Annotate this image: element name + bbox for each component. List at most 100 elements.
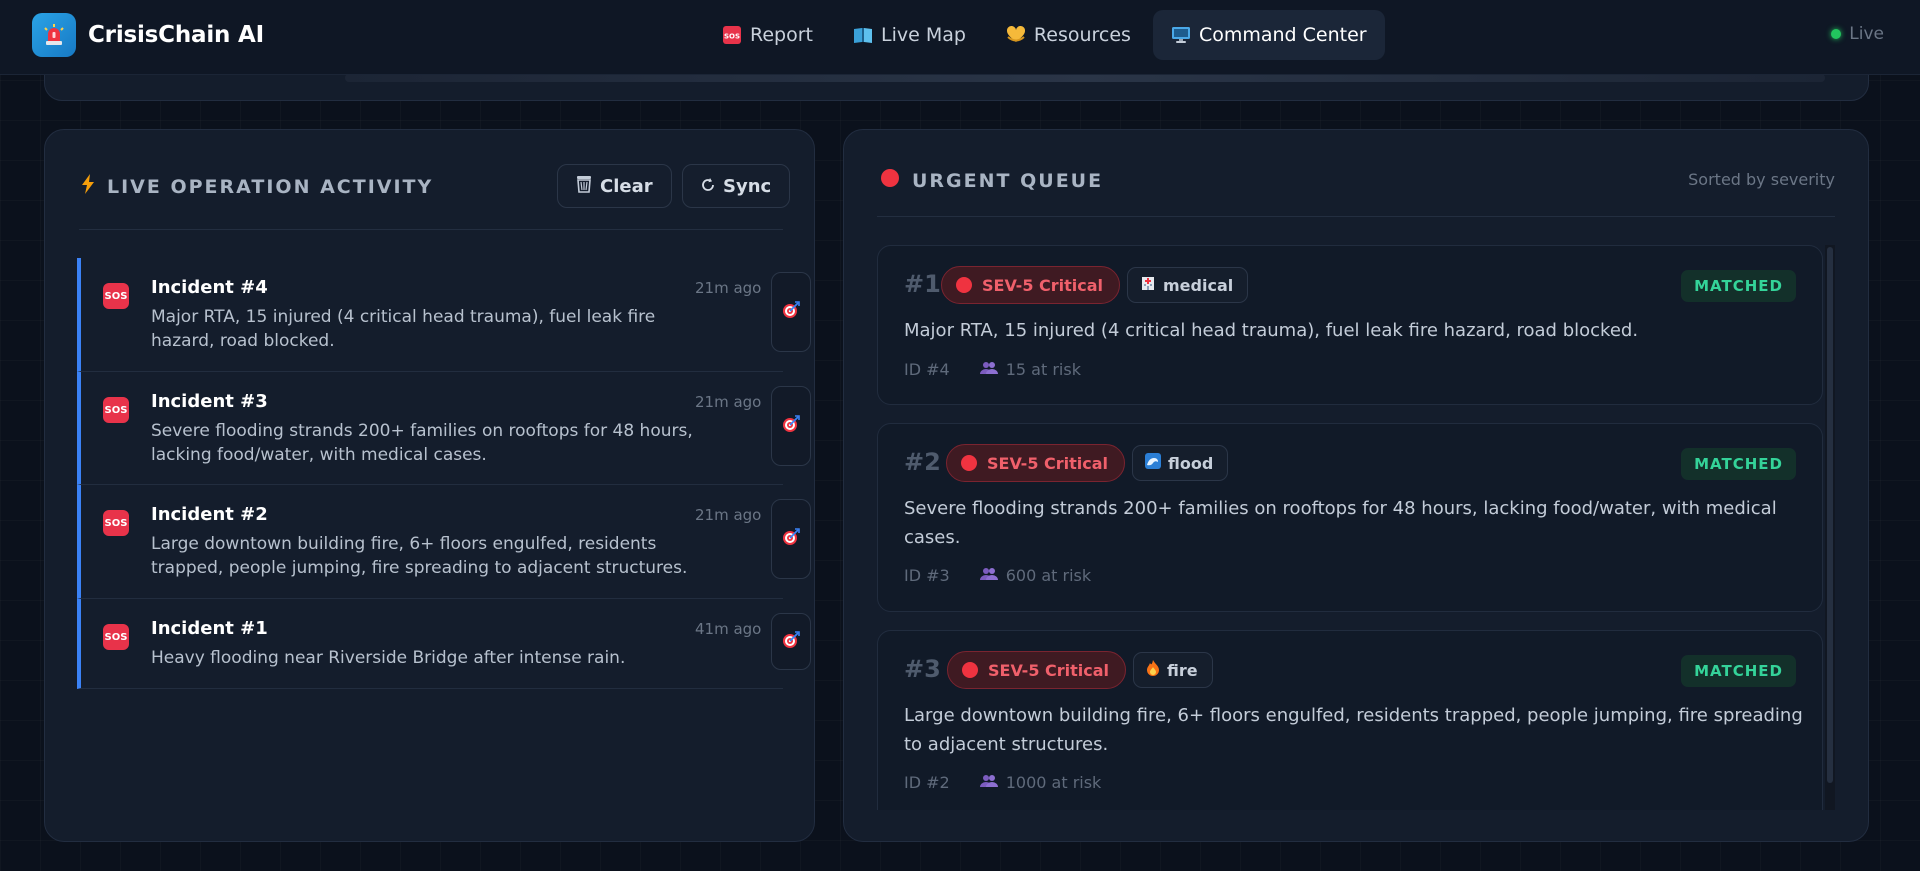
- activity-list: SOS Incident #4 21m ago Major RTA, 15 in…: [77, 258, 811, 689]
- live-activity-header: LIVE OPERATION ACTIVITY: [81, 174, 433, 199]
- clear-button[interactable]: Clear: [557, 164, 672, 208]
- locate-button[interactable]: [771, 272, 811, 352]
- queue-card-text: Severe flooding strands 200+ families on…: [904, 498, 1777, 548]
- target-icon: [782, 630, 800, 653]
- fire-icon: [1146, 660, 1160, 680]
- sync-button[interactable]: Sync: [682, 164, 791, 208]
- app-name: CrisisChain AI: [88, 22, 264, 48]
- activity-item-time: 21m ago: [695, 393, 762, 411]
- live-dot-icon: [1831, 29, 1842, 39]
- sos-icon: SOS: [722, 25, 742, 45]
- queue-card-text: Large downtown building fire, 6+ floors …: [904, 705, 1803, 755]
- refresh-icon: [701, 176, 715, 197]
- top-navigation: CrisisChain AI SOS Report Live Map Resou…: [0, 0, 1920, 75]
- queue-card-meta: ID #2 1000 at risk: [904, 773, 1101, 792]
- siren-icon: [32, 13, 76, 57]
- activity-item[interactable]: SOS Incident #2 21m ago Large downtown b…: [77, 485, 811, 599]
- activity-item[interactable]: SOS Incident #1 41m ago Heavy flooding n…: [77, 599, 811, 689]
- activity-item-title: Incident #1: [151, 618, 268, 639]
- activity-item-text: Major RTA, 15 injured (4 critical head t…: [151, 307, 656, 351]
- status-badge: MATCHED: [1681, 270, 1796, 302]
- at-risk-count: 15 at risk: [1005, 360, 1081, 379]
- incident-id: ID #2: [904, 773, 950, 792]
- activity-item-time: 21m ago: [695, 279, 762, 297]
- queue-rank: #1: [904, 270, 941, 298]
- target-icon: [782, 415, 800, 437]
- live-activity-panel: LIVE OPERATION ACTIVITY Clear Sync SOS I…: [44, 129, 815, 842]
- nav-resources-label: Resources: [1033, 24, 1131, 46]
- activity-item-text: Heavy flooding near Riverside Bridge aft…: [151, 648, 626, 668]
- sos-icon: SOS: [103, 397, 129, 423]
- status-badge: MATCHED: [1681, 655, 1796, 687]
- incident-id: ID #3: [904, 566, 950, 585]
- category-label: medical: [1163, 275, 1234, 295]
- activity-item-text: Severe flooding strands 200+ families on…: [151, 421, 693, 465]
- sorted-by-label: Sorted by severity: [1688, 170, 1835, 189]
- queue-rank: #2: [904, 448, 941, 476]
- red-circle-icon: [956, 277, 972, 293]
- severity-badge: SEV-5 Critical: [947, 651, 1127, 689]
- sos-icon: SOS: [103, 283, 129, 309]
- queue-card[interactable]: #1 SEV-5 Critical medical MATCHED Major …: [877, 245, 1823, 405]
- nav-live-map-label: Live Map: [880, 24, 966, 46]
- target-icon: [782, 528, 800, 550]
- activity-item-title: Incident #2: [151, 504, 268, 525]
- activity-item-time: 41m ago: [695, 620, 762, 638]
- live-activity-title: LIVE OPERATION ACTIVITY: [107, 175, 434, 198]
- activity-item-title: Incident #4: [151, 277, 268, 298]
- status-badge: MATCHED: [1681, 448, 1796, 480]
- queue-card-meta: ID #3 600 at risk: [904, 566, 1091, 585]
- locate-button[interactable]: [771, 499, 811, 579]
- activity-item-text: Large downtown building fire, 6+ floors …: [151, 534, 688, 578]
- queue-scrollbar-thumb[interactable]: [1827, 247, 1833, 783]
- category-badge: fire: [1133, 652, 1213, 688]
- locate-button[interactable]: [771, 386, 811, 466]
- activity-divider: [79, 229, 783, 230]
- wastebasket-icon: [576, 175, 592, 198]
- svg-text:SOS: SOS: [724, 33, 740, 41]
- queue-card-meta: ID #4 15 at risk: [904, 360, 1081, 379]
- people-icon: [979, 360, 998, 379]
- severity-label: SEV-5 Critical: [982, 275, 1104, 295]
- target-icon: [782, 301, 800, 323]
- nav-command-center-label: Command Center: [1198, 24, 1367, 46]
- brand[interactable]: CrisisChain AI: [32, 13, 264, 57]
- red-circle-icon: [962, 662, 978, 678]
- live-status: Live: [1831, 24, 1884, 44]
- queue-card[interactable]: #2 SEV-5 Critical flood MATCHED Severe f…: [877, 423, 1823, 612]
- nav-command-center[interactable]: Command Center: [1152, 10, 1385, 60]
- people-icon: [979, 566, 998, 585]
- queue-card[interactable]: #3 SEV-5 Critical fire MATCHED Large dow…: [877, 630, 1823, 810]
- hospital-icon: [1140, 275, 1156, 295]
- sos-icon: SOS: [103, 510, 129, 536]
- activity-item-title: Incident #3: [151, 391, 268, 412]
- queue-rank: #3: [904, 655, 941, 683]
- monitor-icon: [1171, 25, 1191, 45]
- wave-icon: [1145, 453, 1161, 473]
- urgent-queue-title: URGENT QUEUE: [912, 169, 1104, 192]
- severity-badge: SEV-5 Critical: [941, 266, 1121, 304]
- severity-label: SEV-5 Critical: [988, 660, 1110, 680]
- main-nav: SOS Report Live Map Resources Command Ce…: [704, 10, 1389, 60]
- severity-label: SEV-5 Critical: [987, 453, 1109, 473]
- at-risk-count: 1000 at risk: [1005, 773, 1102, 792]
- activity-item[interactable]: SOS Incident #3 21m ago Severe flooding …: [77, 372, 811, 485]
- category-badge: medical: [1127, 267, 1249, 303]
- category-label: fire: [1167, 660, 1198, 680]
- summary-progress-strip: [345, 74, 1825, 82]
- nav-report-label: Report: [750, 24, 813, 46]
- urgent-queue-list[interactable]: #1 SEV-5 Critical medical MATCHED Major …: [877, 245, 1847, 810]
- category-badge: flood: [1132, 445, 1229, 481]
- activity-item[interactable]: SOS Incident #4 21m ago Major RTA, 15 in…: [77, 258, 811, 372]
- live-label: Live: [1849, 24, 1884, 44]
- severity-badge: SEV-5 Critical: [946, 444, 1126, 482]
- nav-resources[interactable]: Resources: [988, 10, 1149, 60]
- nav-live-map[interactable]: Live Map: [835, 10, 984, 60]
- urgent-queue-header: URGENT QUEUE: [880, 168, 1103, 193]
- red-circle-icon: [880, 168, 900, 193]
- people-icon: [979, 773, 998, 792]
- locate-button[interactable]: [771, 613, 811, 670]
- nav-report[interactable]: SOS Report: [704, 10, 831, 60]
- map-book-icon: [853, 25, 873, 45]
- red-circle-icon: [961, 455, 977, 471]
